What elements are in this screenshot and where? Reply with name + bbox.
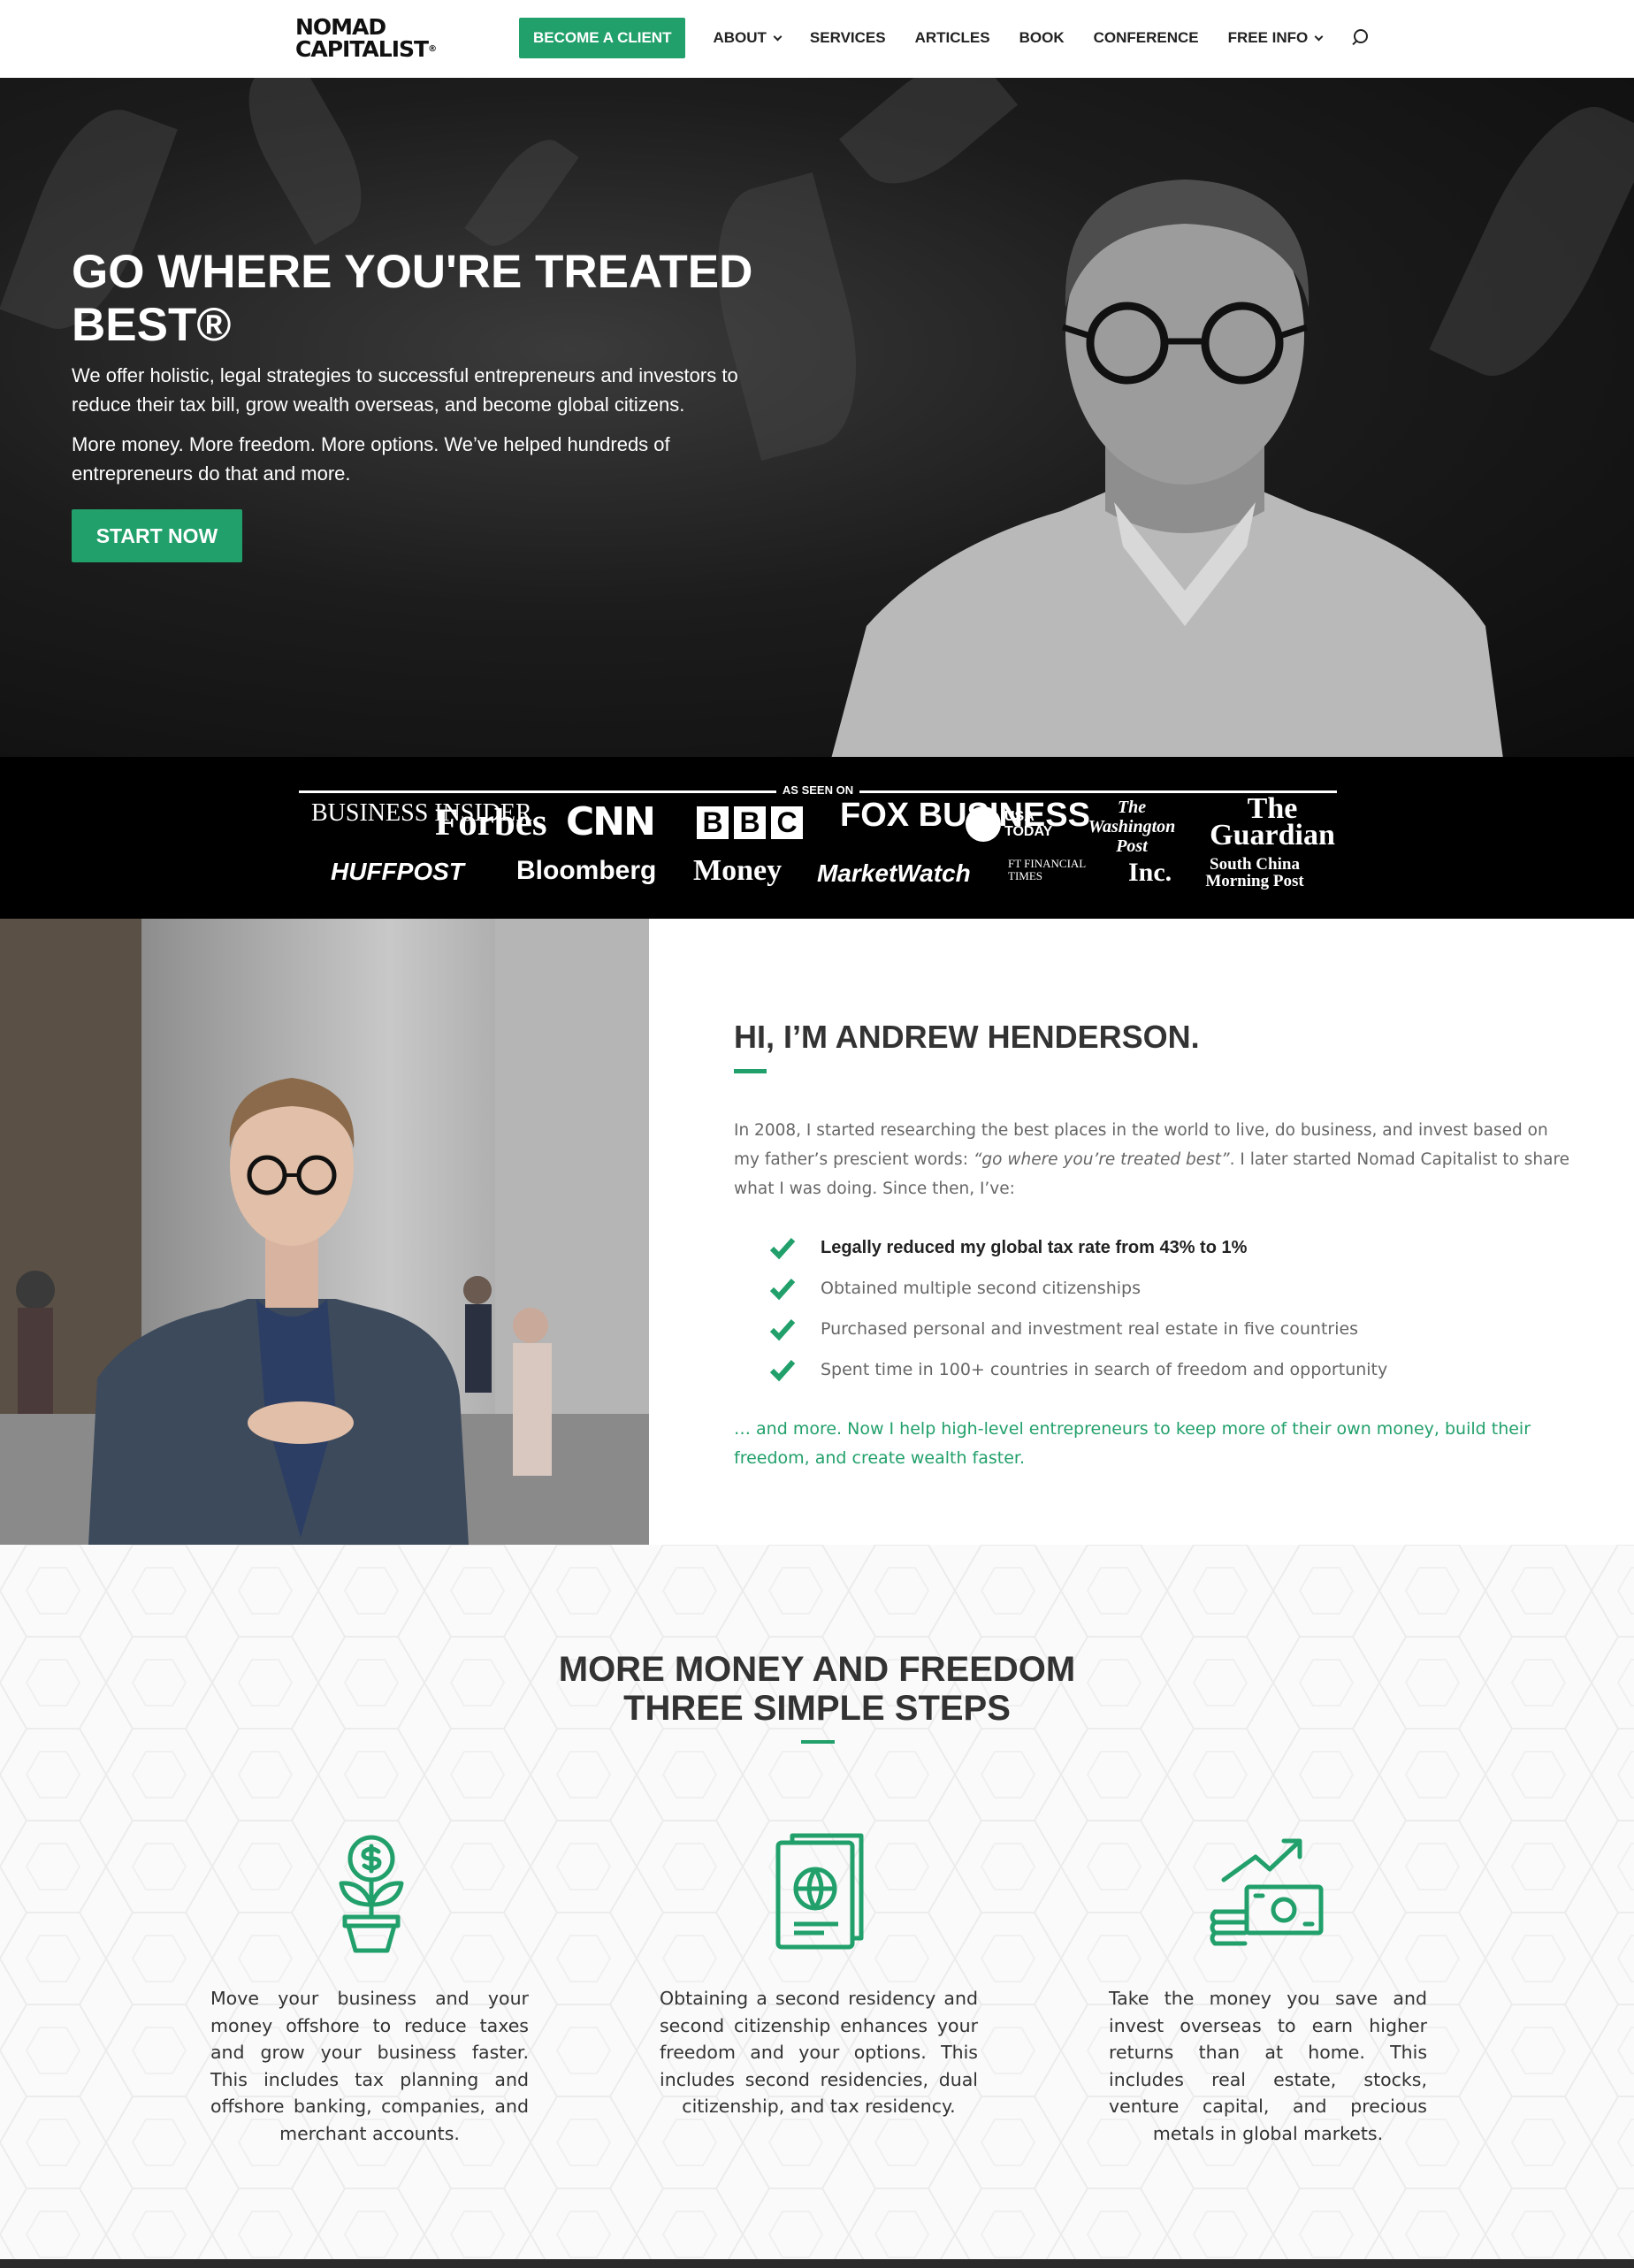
logo-line-2: CAPITALIST® [295, 38, 437, 60]
achievements-list: Legally reduced my global tax rate from … [769, 1227, 1477, 1390]
logo-line-1: NOMAD [295, 14, 386, 40]
chevron-down-icon [1314, 32, 1324, 41]
become-a-client-button[interactable]: BECOME A CLIENT [519, 18, 686, 58]
andrew-henderson-photo [0, 919, 649, 1545]
huffpost-logo: HUFFPOST [331, 858, 464, 885]
list-item: Purchased personal and investment real e… [769, 1309, 1477, 1349]
usa-today-logo: USA TODAY [966, 806, 1059, 842]
passport-icon [775, 1833, 864, 1950]
money-growth-icon [1210, 1838, 1324, 1946]
about-intro: In 2008, I started researching the best … [734, 1116, 1574, 1203]
nav-item-free-info[interactable]: FREE INFO [1227, 29, 1324, 47]
nav-item-about-label: ABOUT [713, 29, 767, 46]
background-foliage [464, 126, 579, 259]
step-description: Take the money you save and invest overs… [1109, 1988, 1427, 2144]
forbes-logo: Forbes [435, 802, 547, 844]
nav-item-free-info-label: FREE INFO [1227, 29, 1309, 46]
checkmark-icon [769, 1360, 796, 1382]
marketwatch-logo: MarketWatch [817, 859, 971, 887]
search-icon[interactable] [1351, 29, 1369, 47]
hero-paragraph: We offer holistic, legal strategies to s… [72, 364, 738, 416]
money-logo: Money [693, 854, 783, 887]
financial-times-logo: FT FINANCIAL TIMES [1008, 857, 1086, 882]
footer-strip [0, 2259, 1634, 2268]
chevron-down-icon [773, 32, 783, 41]
bbc-letter: C [771, 806, 803, 839]
cnn-logo: CNN [566, 799, 656, 844]
usa-today-text: USA TODAY [1004, 809, 1053, 839]
about-intro-quote: “go where you’re treated best” [973, 1150, 1230, 1169]
nav-item-conference[interactable]: CONFERENCE [1094, 29, 1199, 47]
street-photo-illustration [0, 919, 649, 1545]
money-plant-icon [339, 1835, 404, 1953]
checkmark-icon [769, 1319, 796, 1341]
usa-today-circle-icon [966, 806, 1001, 842]
nav-item-about[interactable]: ABOUT [713, 29, 783, 47]
bbc-letter: B [734, 806, 766, 839]
list-item-text: Legally reduced my global tax rate from … [821, 1237, 1248, 1257]
about-title: HI, I’M ANDREW HENDERSON. [734, 1019, 1200, 1055]
steps-title: MORE MONEY AND FREEDOM THREE SIMPLE STEP… [463, 1650, 1171, 1728]
list-item-text: Obtained multiple second citizenships [821, 1279, 1141, 1298]
bloomberg-logo: Bloomberg [516, 856, 657, 885]
inc-logo: Inc. [1128, 858, 1172, 887]
steps-title-line: MORE MONEY AND FREEDOM [558, 1650, 1076, 1689]
logo-reg-mark: ® [428, 44, 437, 54]
list-item-text: Spent time in 100+ countries in search o… [821, 1360, 1388, 1379]
the-guardian-logo: The Guardian [1210, 792, 1335, 851]
list-item: Obtained multiple second citizenships [769, 1268, 1477, 1309]
step-description: Obtaining a second residency and second … [660, 1988, 978, 2117]
washington-post-logo: The Washington Post [1088, 798, 1176, 856]
as-seen-on-label: AS SEEN ON [782, 783, 854, 797]
step-description: Move your business and your money offsho… [210, 1988, 529, 2144]
divider [299, 790, 776, 793]
main-nav: BECOME A CLIENT ABOUT SERVICES ARTICLES … [519, 18, 1369, 58]
bbc-letter: B [697, 806, 729, 839]
nav-item-articles[interactable]: ARTICLES [915, 29, 990, 47]
nomad-capitalist-logo[interactable]: NOMAD CAPITALIST® [295, 14, 437, 64]
list-item: Legally reduced my global tax rate from … [769, 1227, 1477, 1268]
checkmark-icon [769, 1238, 796, 1260]
about-outro: … and more. Now I help high-level entrep… [734, 1419, 1531, 1468]
steps-title-line: THREE SIMPLE STEPS [623, 1689, 1011, 1728]
title-underline [801, 1740, 835, 1744]
list-item-text: Purchased personal and investment real e… [821, 1319, 1359, 1339]
bbc-logo: B B C [697, 806, 803, 839]
hero-text: GO WHERE YOU'RE TREATED BEST® We offer h… [72, 246, 779, 488]
start-now-button[interactable]: START NOW [72, 509, 242, 562]
hero-title: GO WHERE YOU'RE TREATED BEST® [72, 246, 753, 351]
nav-item-book[interactable]: BOOK [1019, 29, 1065, 47]
hero-section: GO WHERE YOU'RE TREATED BEST® We offer h… [0, 78, 1634, 757]
logo-line-2-text: CAPITALIST [295, 36, 429, 62]
business-insider-logo: BUSINESS INSIDER [311, 799, 532, 827]
title-underline [734, 1069, 767, 1073]
checkmark-icon [769, 1279, 796, 1301]
background-foliage [226, 78, 384, 246]
nav-item-services[interactable]: SERVICES [810, 29, 886, 47]
list-item: Spent time in 100+ countries in search o… [769, 1349, 1477, 1390]
site-header: NOMAD CAPITALIST® BECOME A CLIENT ABOUT … [0, 0, 1634, 78]
hero-portrait-photo [831, 179, 1503, 757]
hero-paragraph: More money. More freedom. More options. … [72, 433, 670, 485]
south-china-morning-post-logo: South China Morning Post [1205, 855, 1304, 890]
as-seen-on-bar: AS SEEN ON BUSINESS INSIDER Forbes CNN B… [0, 757, 1634, 919]
